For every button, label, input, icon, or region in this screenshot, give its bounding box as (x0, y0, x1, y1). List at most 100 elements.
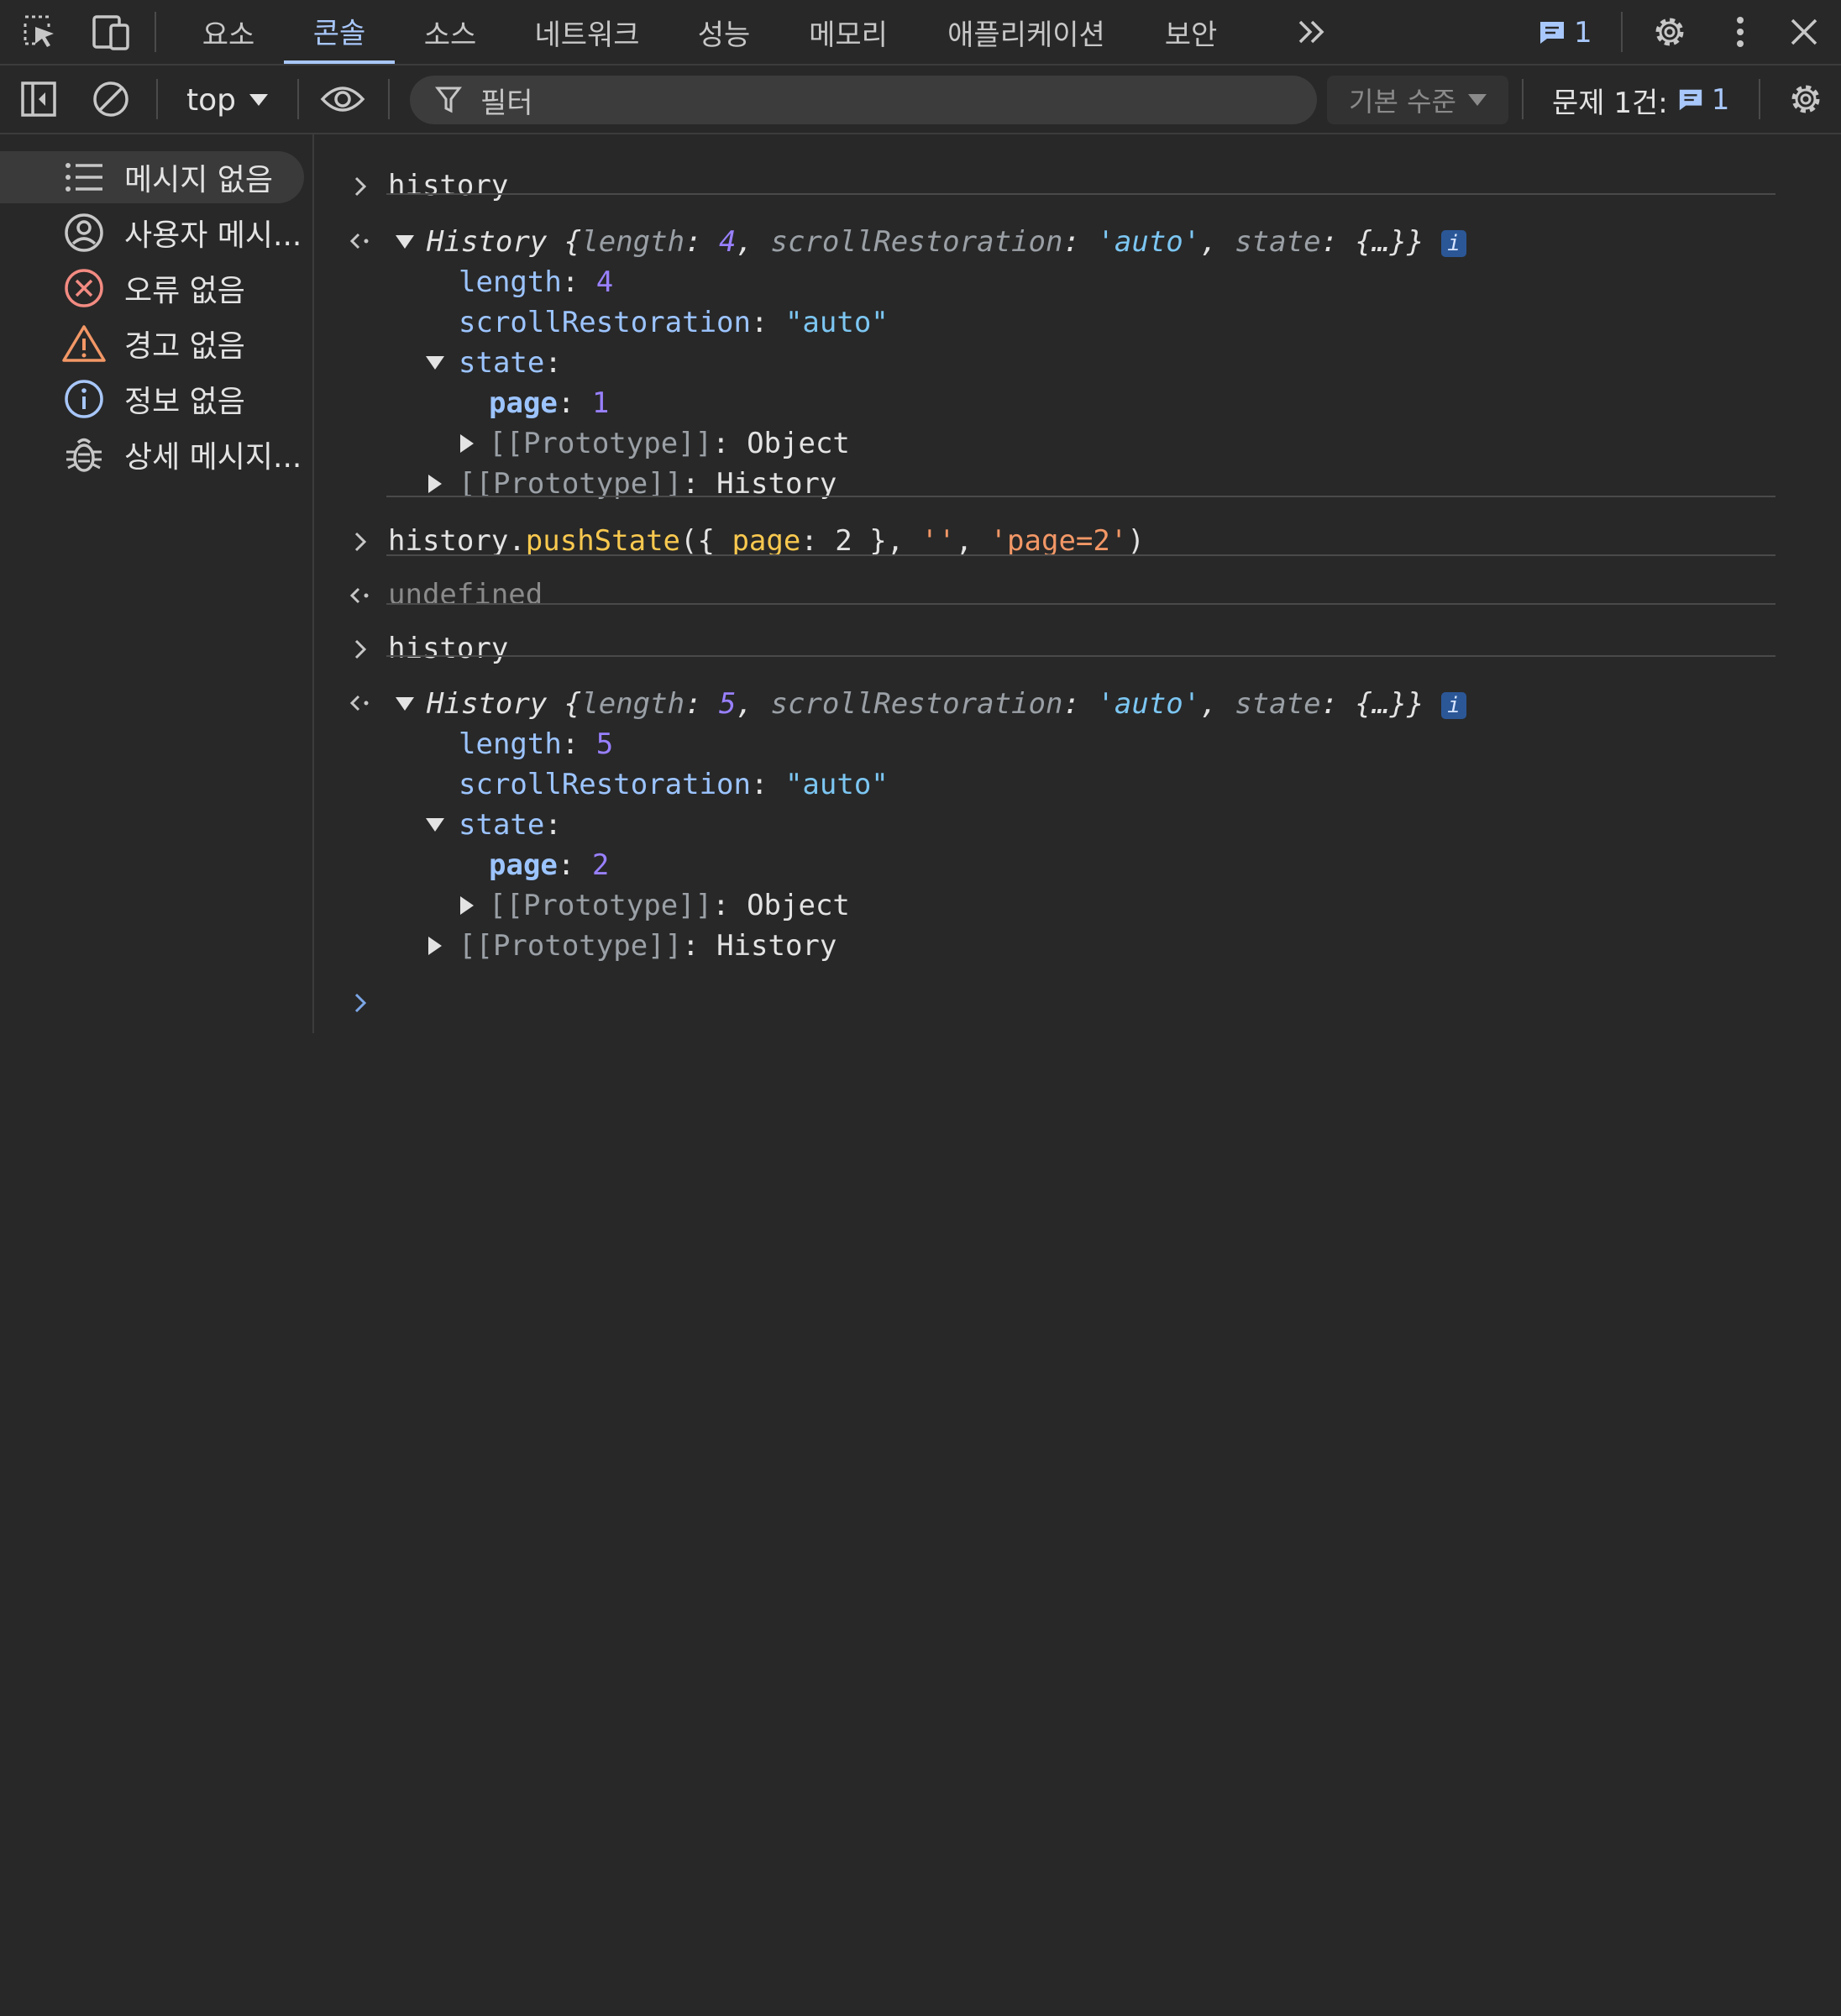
summary-key: scrollRestoration (770, 225, 1063, 259)
property-value: 1 (591, 386, 610, 420)
property-row[interactable]: state: (459, 346, 562, 380)
sidebar-item-label: 상세 메시지... (124, 440, 302, 475)
property-row: scrollRestoration: "auto" (459, 768, 889, 801)
collapse-toggle-icon[interactable] (395, 225, 415, 259)
filter-input[interactable]: 필터 (410, 76, 1317, 124)
input-prompt-icon (348, 170, 373, 203)
divider (386, 603, 1775, 605)
console-settings-icon[interactable] (1782, 77, 1829, 121)
tab-performance[interactable]: 성능 (682, 0, 766, 64)
summary-key: length (581, 225, 685, 259)
property-value: 2 (591, 848, 610, 882)
sidebar-toggle-icon[interactable] (15, 77, 62, 121)
object-summary[interactable]: History {length: 4, scrollRestoration: '… (427, 225, 1466, 259)
sidebar-item-messages[interactable]: 메시지 없음 (0, 151, 304, 203)
tab-memory[interactable]: 메모리 (796, 0, 900, 64)
console-prompt-icon (348, 986, 373, 1020)
property-key: [[Prototype]] (489, 889, 713, 922)
divider (156, 79, 158, 119)
property-key: state (459, 346, 545, 380)
tab-network[interactable]: 네트워크 (516, 0, 658, 64)
expand-toggle-icon[interactable] (457, 889, 477, 922)
divider (155, 12, 156, 52)
code-method: pushState (525, 524, 681, 558)
property-key: [[Prototype]] (489, 427, 713, 460)
log-level-label: 기본 수준 (1349, 86, 1456, 118)
sidebar-item-errors[interactable]: 오류 없음 (0, 262, 304, 314)
sidebar-item-warnings[interactable]: 경고 없음 (0, 318, 304, 370)
property-value: "auto" (784, 306, 889, 339)
tab-sources[interactable]: 소스 (408, 0, 492, 64)
divider (386, 554, 1775, 556)
console-result: undefined (388, 578, 543, 612)
info-badge-icon[interactable]: i (1440, 691, 1466, 719)
log-level-dropdown[interactable]: 기본 수준 (1327, 76, 1508, 124)
bug-icon (60, 431, 108, 478)
more-tabs-icon[interactable] (1288, 10, 1335, 54)
sidebar-item-info[interactable]: 정보 없음 (0, 373, 304, 425)
context-selector[interactable]: top (186, 79, 268, 121)
filter-icon (435, 87, 462, 113)
warning-icon (60, 320, 108, 367)
eye-icon[interactable] (319, 77, 366, 121)
property-value: Object (747, 427, 850, 460)
sidebar-item-user-messages[interactable]: 사용자 메시... (0, 207, 304, 259)
property-key: scrollRestoration (459, 306, 751, 339)
info-badge-icon[interactable]: i (1440, 229, 1466, 257)
property-row[interactable]: state: (459, 808, 562, 842)
code-number: 2 (835, 524, 852, 558)
console-prompt-input[interactable] (388, 981, 1732, 1018)
sidebar-item-label: 오류 없음 (124, 274, 245, 308)
tab-security[interactable]: 보안 (1149, 0, 1233, 64)
property-value: 5 (595, 727, 614, 761)
collapse-toggle-icon[interactable] (395, 687, 415, 721)
summary-value: 5 (719, 687, 737, 721)
more-options-icon[interactable] (1717, 10, 1764, 54)
device-toolbar-icon[interactable] (87, 10, 134, 54)
console-input[interactable]: history (388, 632, 508, 665)
inspect-element-icon[interactable] (17, 10, 64, 54)
property-value: History (716, 929, 837, 963)
collapse-toggle-icon[interactable] (425, 808, 445, 842)
property-row: page: 2 (489, 848, 610, 882)
filter-placeholder: 필터 (480, 86, 533, 120)
property-key: length (459, 265, 562, 299)
console-input[interactable]: history (388, 169, 508, 202)
property-key: state (459, 808, 545, 842)
tab-console[interactable]: 콘솔 (284, 0, 395, 64)
prototype-row[interactable]: [[Prototype]]: History (459, 929, 837, 963)
expand-toggle-icon[interactable] (425, 929, 445, 963)
expand-toggle-icon[interactable] (457, 427, 477, 460)
property-key: length (459, 727, 562, 761)
console-output: history History {length: 4, scrollRestor… (316, 134, 1841, 1033)
issues-button[interactable]: 문제 1건: 1 (1552, 79, 1729, 121)
issues-label: 문제 1건: (1552, 86, 1668, 120)
summary-key: scrollRestoration (770, 687, 1063, 721)
property-value: 4 (595, 265, 614, 299)
clear-console-icon[interactable] (87, 77, 134, 121)
object-summary[interactable]: History {length: 5, scrollRestoration: '… (427, 687, 1466, 721)
prototype-row[interactable]: [[Prototype]]: Object (489, 889, 850, 922)
property-key: [[Prototype]] (459, 929, 683, 963)
property-key: scrollRestoration (459, 768, 751, 801)
settings-icon[interactable] (1646, 10, 1693, 54)
issues-count: 1 (1711, 83, 1730, 117)
info-icon (60, 375, 108, 423)
message-count: 1 (1574, 16, 1592, 50)
code-string: 'page=2' (989, 524, 1128, 558)
summary-value: {…} (1355, 687, 1407, 721)
console-input[interactable]: history.pushState({ page: 2 }, '', 'page… (388, 524, 1145, 558)
devtools-tab-bar: 요소 콘솔 소스 네트워크 성능 메모리 애플리케이션 보안 1 (0, 0, 1841, 66)
divider (1621, 12, 1623, 52)
prototype-row[interactable]: [[Prototype]]: Object (489, 427, 850, 460)
property-key: page (489, 386, 558, 420)
sidebar-item-verbose[interactable]: 상세 메시지... (0, 428, 304, 480)
collapse-toggle-icon[interactable] (425, 346, 445, 380)
close-icon[interactable] (1781, 10, 1828, 54)
divider (386, 655, 1775, 657)
message-count-button[interactable]: 1 (1537, 12, 1592, 54)
summary-key: state (1235, 225, 1321, 259)
tab-elements[interactable]: 요소 (186, 0, 270, 64)
tab-application[interactable]: 애플리케이션 (934, 0, 1119, 64)
summary-value: 'auto' (1097, 687, 1201, 721)
